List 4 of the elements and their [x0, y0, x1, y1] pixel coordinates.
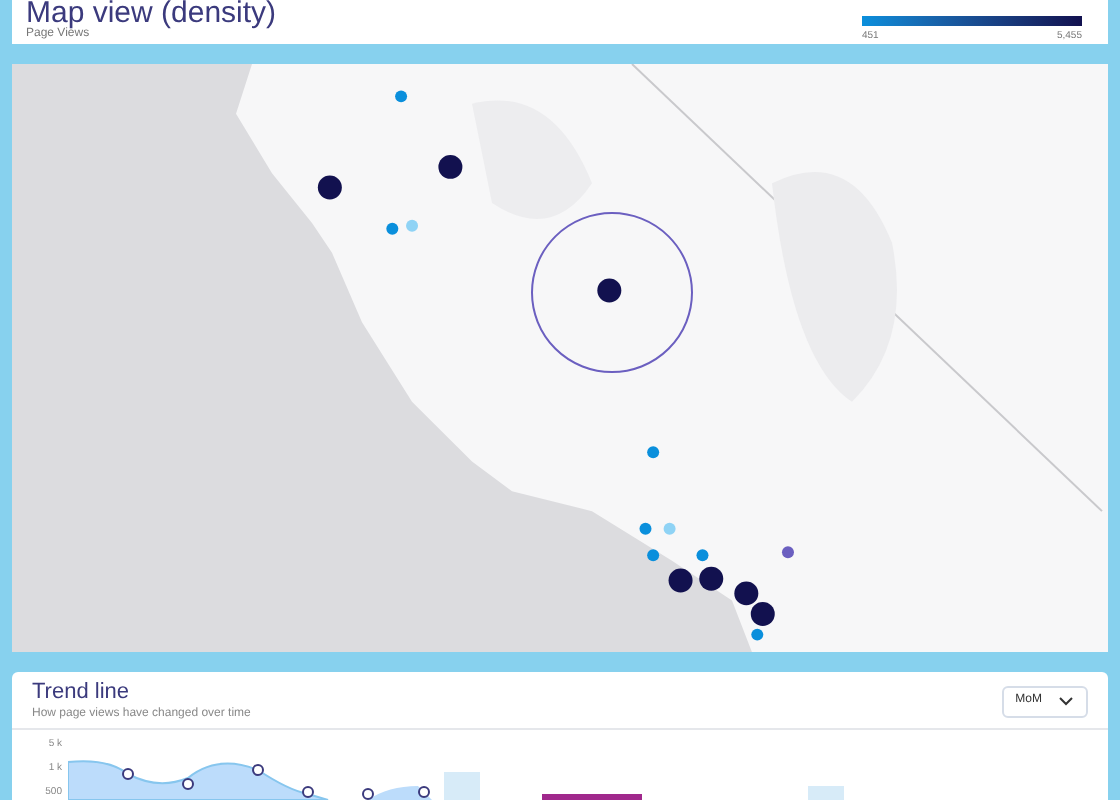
- map-drawing[interactable]: [12, 63, 1108, 652]
- card-title: Trend line: [32, 680, 132, 706]
- card-title: Map view (density): [26, 0, 277, 28]
- chevron-down-icon: [1058, 696, 1074, 706]
